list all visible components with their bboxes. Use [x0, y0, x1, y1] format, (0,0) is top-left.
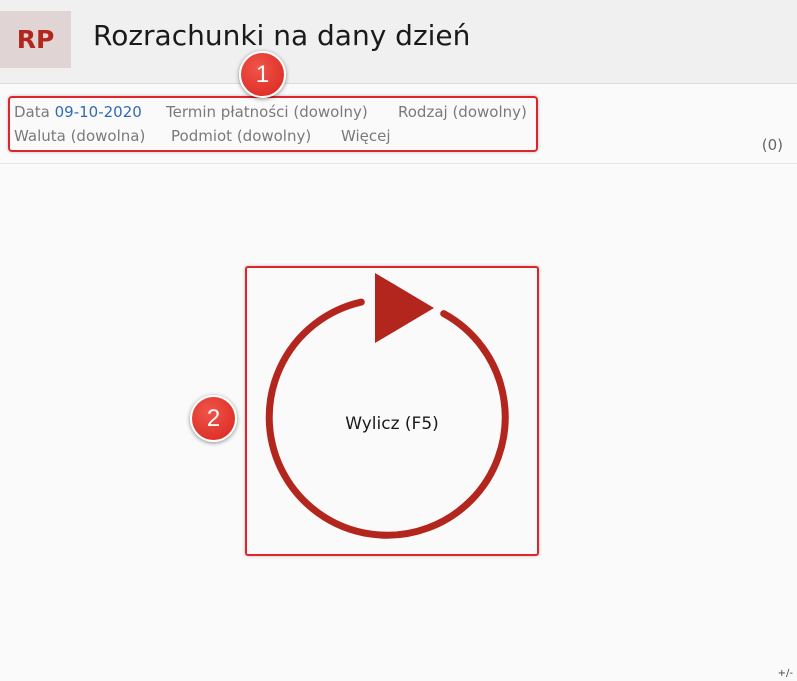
callout-badge-1: 1 [239, 51, 286, 98]
callout-badge-2: 2 [190, 395, 237, 442]
filter-bar: Data 09-10-2020 Termin płatności (dowoln… [0, 84, 797, 164]
page-title: Rozrachunki na dany dzień [93, 19, 471, 52]
refresh-run-icon [265, 273, 509, 539]
app-logo: RP [0, 11, 71, 68]
filter-date-label: Data [14, 103, 50, 121]
filter-entity[interactable]: Podmiot (dowolny) [171, 127, 311, 145]
filter-type[interactable]: Rodzaj (dowolny) [398, 103, 527, 121]
corner-toggle[interactable]: +/- [778, 668, 793, 679]
filter-currency[interactable]: Waluta (dowolna) [14, 127, 145, 145]
filter-date[interactable]: Data 09-10-2020 [14, 103, 142, 121]
header: RP Rozrachunki na dany dzień [0, 0, 797, 84]
calculate-button[interactable]: Wylicz (F5) [245, 266, 539, 556]
filter-payment-term[interactable]: Termin płatności (dowolny) [166, 103, 368, 121]
filter-more-link[interactable]: Więcej [341, 127, 391, 145]
calculate-label: Wylicz (F5) [345, 414, 439, 434]
filter-date-value: 09-10-2020 [54, 103, 142, 121]
result-count: (0) [761, 136, 783, 154]
